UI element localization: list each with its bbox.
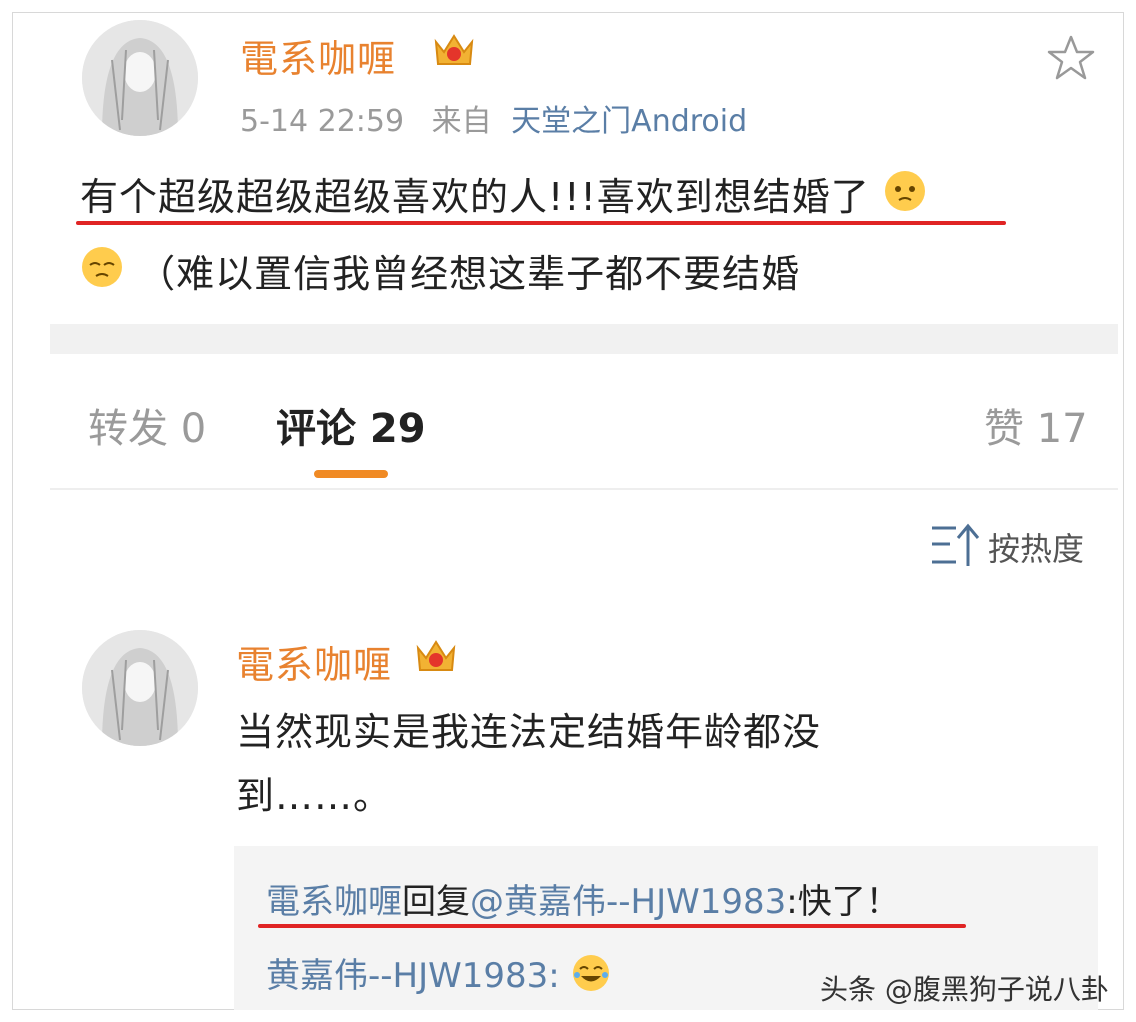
active-tab-indicator [314, 470, 388, 478]
tab-repost[interactable]: 转发 0 [88, 396, 206, 454]
post-source-link[interactable]: 天堂之门Android [511, 104, 747, 139]
tab-likes[interactable]: 赞 17 [984, 396, 1088, 454]
reply-user-link[interactable]: 黄嘉伟--HJW1983 [266, 956, 548, 996]
comment-author-avatar[interactable] [82, 630, 198, 746]
reply-red-underline [258, 924, 966, 928]
post-text-line1: 有个超级超级超级喜欢的人!!!喜欢到想结婚了 [80, 175, 870, 219]
sort-label: 按热度 [988, 530, 1085, 568]
reply-text: :快了！ [786, 882, 900, 922]
post-from-label: 来自 [431, 104, 492, 139]
reply-item: 電系咖喱回复@黄嘉伟--HJW1983:快了！ [266, 874, 900, 923]
vip-crown-icon [414, 636, 458, 680]
tabs-divider [50, 488, 1118, 490]
section-divider [50, 324, 1118, 354]
post-red-underline [76, 221, 1006, 225]
reply-item: 黄嘉伟--HJW1983: [266, 948, 611, 1002]
sort-icon [928, 522, 982, 572]
comment-author-name[interactable]: 電系咖喱 [236, 634, 392, 689]
reply-mention-link[interactable]: @黄嘉伟--HJW1983 [470, 882, 786, 922]
reply-action: 回复 [402, 882, 470, 922]
post-time: 5-14 22:59 [240, 104, 405, 139]
post-author-name[interactable]: 電系咖喱 [240, 28, 396, 83]
post-meta: 5-14 22:59 来自 天堂之门Android [240, 96, 747, 140]
reply-separator: : [548, 956, 560, 996]
laughing-tears-emoji-icon [571, 953, 611, 1002]
post-body: 有个超级超级超级喜欢的人!!!喜欢到想结婚了 （难以置信我曾经想这辈子都不要结婚 [80, 160, 1100, 313]
vip-crown-icon [432, 30, 476, 74]
reply-user-link[interactable]: 電系咖喱 [266, 882, 402, 922]
favorite-star-icon[interactable] [1046, 34, 1096, 86]
pleading-face-emoji-icon [80, 239, 124, 313]
post-text-line2: （难以置信我曾经想这辈子都不要结婚 [137, 251, 801, 296]
comment-text-line1: 当然现实是我连法定结婚年龄都没 [236, 710, 822, 754]
pleading-face-emoji-icon [883, 163, 927, 237]
comment-body: 当然现实是我连法定结婚年龄都没 到……。 [236, 700, 1076, 828]
sort-button[interactable]: 按热度 [928, 522, 1084, 572]
tab-comments[interactable]: 评论 29 [276, 396, 426, 454]
comment-text-line2: 到……。 [236, 774, 393, 818]
watermark-text: 头条 @腹黑狗子说八卦 [820, 973, 1109, 1006]
post-author-avatar[interactable] [82, 20, 198, 136]
